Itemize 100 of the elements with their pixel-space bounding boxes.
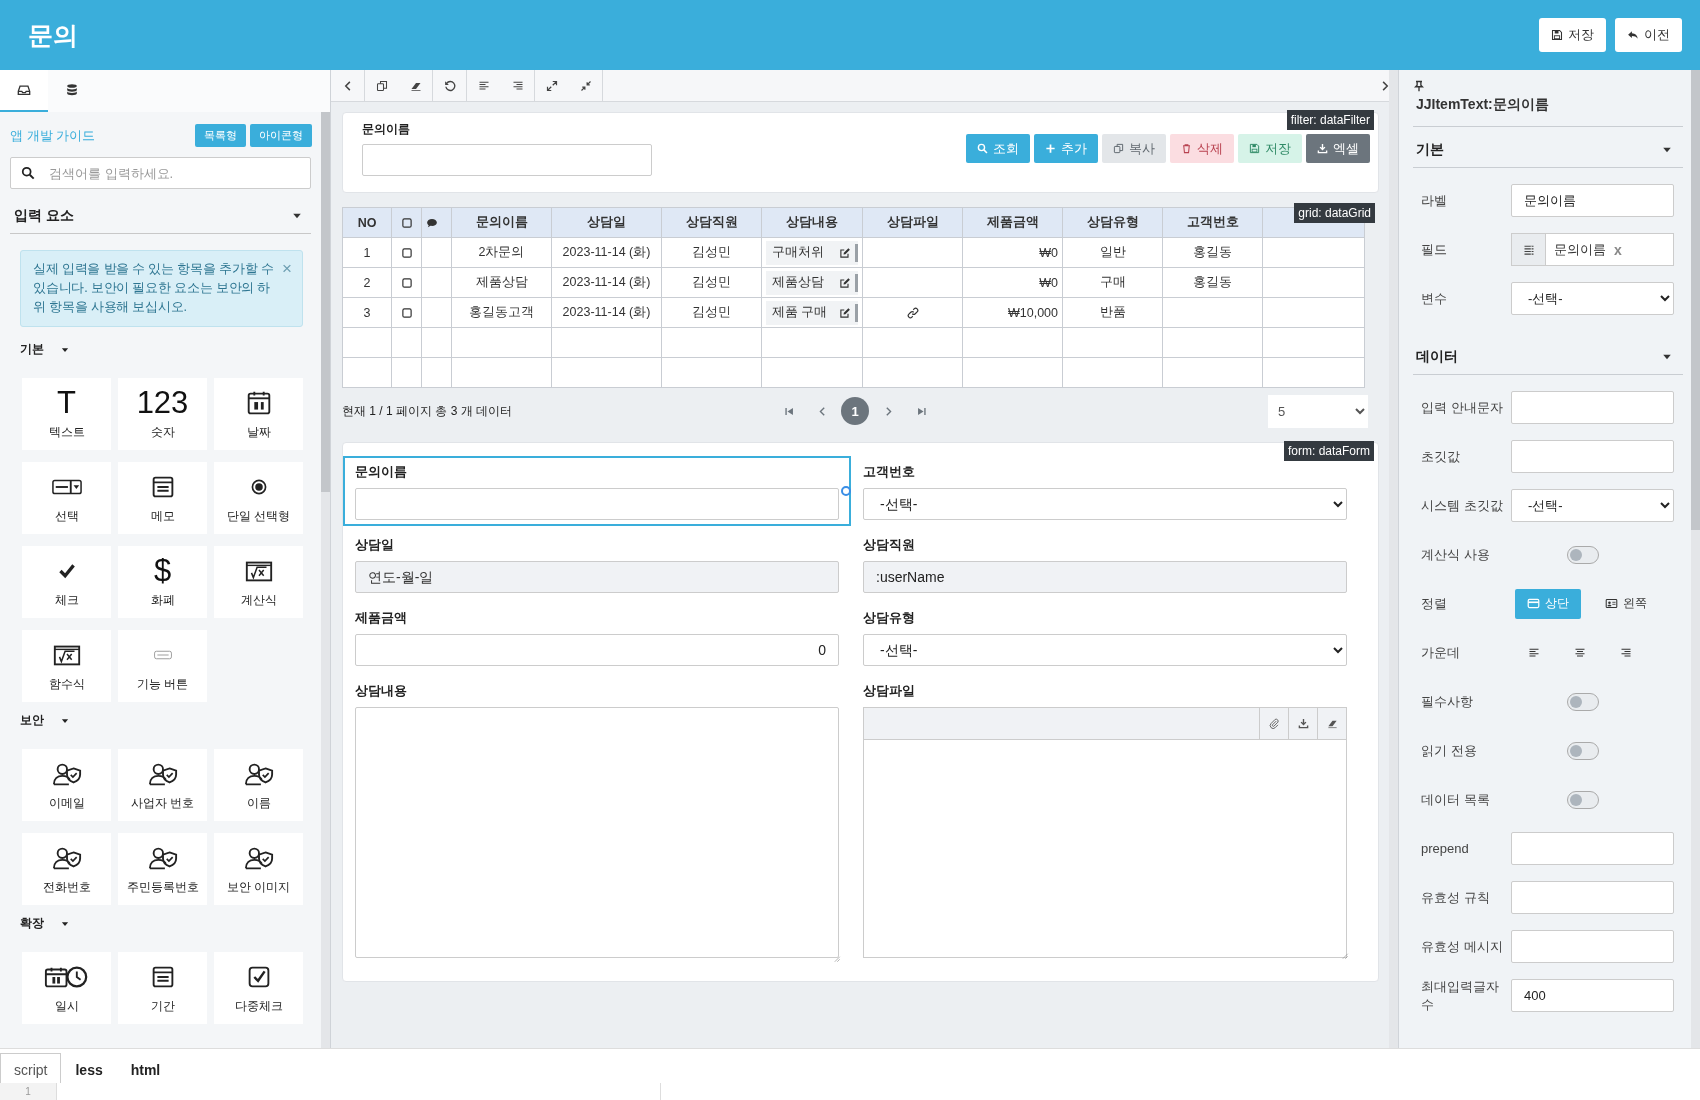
palette-item[interactable]: 체크 <box>22 546 111 618</box>
column-header[interactable]: 상담내용 <box>761 207 863 238</box>
palette-item[interactable]: 메모 <box>118 462 207 534</box>
memo-preview[interactable]: 제품 구매 <box>766 300 858 325</box>
palette-item[interactable]: 보안 이미지 <box>214 833 303 905</box>
text-input[interactable] <box>362 144 652 176</box>
copy-icon[interactable] <box>376 79 388 92</box>
text-input[interactable]: 0 <box>355 634 839 666</box>
form-field[interactable]: 상담유형 -선택- <box>851 602 1359 672</box>
form-field[interactable]: 상담파일 <box>851 675 1359 967</box>
search-input[interactable]: 검색어를 입력하세요. <box>47 164 300 182</box>
row-checkbox[interactable] <box>400 276 413 289</box>
text-input[interactable]: :userName <box>863 561 1347 593</box>
text-input[interactable] <box>1511 832 1674 865</box>
text-input[interactable]: 400 <box>1511 979 1674 1012</box>
form-field[interactable]: 제품금액 0 <box>343 602 851 672</box>
download-icon[interactable] <box>1297 718 1309 729</box>
align-left-icon[interactable] <box>478 79 490 92</box>
select-all-checkbox[interactable] <box>400 216 413 229</box>
field-list-button[interactable] <box>1512 234 1546 265</box>
code-tab[interactable]: script <box>0 1053 62 1085</box>
edit-icon[interactable] <box>839 276 851 289</box>
compress-icon[interactable] <box>579 79 592 92</box>
text-input[interactable]: 연도-월-일 <box>355 561 839 593</box>
column-header[interactable]: 상담일 <box>551 207 662 238</box>
clear-button[interactable]: x <box>1614 241 1622 258</box>
row-checkbox[interactable] <box>400 306 413 319</box>
scrollbar-thumb[interactable] <box>1691 70 1700 530</box>
paperclip-icon[interactable] <box>1268 718 1280 729</box>
palette-item[interactable]: 123 숫자 <box>118 378 207 450</box>
scrollbar-thumb[interactable] <box>321 112 330 492</box>
page-size-select[interactable]: 5 <box>1268 394 1368 428</box>
column-header[interactable]: 상담유형 <box>1062 207 1163 238</box>
edit-icon[interactable] <box>839 306 851 319</box>
scrollbar-track[interactable] <box>1389 70 1398 1048</box>
last-page-icon[interactable] <box>915 405 927 417</box>
palette-item[interactable]: 다중체크 <box>214 952 303 1024</box>
toggle-switch[interactable] <box>1567 692 1599 711</box>
toggle-switch[interactable] <box>1567 545 1599 564</box>
column-header[interactable]: 상담파일 <box>862 207 963 238</box>
palette-item[interactable]: 기간 <box>118 952 207 1024</box>
palette-item[interactable]: T 텍스트 <box>22 378 111 450</box>
page-button[interactable]: 1 <box>841 397 869 425</box>
column-header[interactable]: NO <box>342 207 392 238</box>
palette-item[interactable]: 이메일 <box>22 749 111 821</box>
textarea-input[interactable] <box>355 707 839 958</box>
align-left-icon[interactable] <box>1528 646 1540 659</box>
select-input[interactable]: -선택- <box>863 634 1347 666</box>
palette-item[interactable]: 이름 <box>214 749 303 821</box>
column-header[interactable]: 제품금액 <box>962 207 1063 238</box>
text-input[interactable] <box>1511 881 1674 914</box>
toggle-switch[interactable] <box>1567 790 1599 809</box>
form-field[interactable]: 상담내용 <box>343 675 851 967</box>
palette-item[interactable]: 일시 <box>22 952 111 1024</box>
edit-icon[interactable] <box>839 246 851 259</box>
memo-preview[interactable]: 제품상담 <box>766 270 858 295</box>
search-field[interactable]: 검색어를 입력하세요. <box>10 157 311 189</box>
form-field[interactable]: 상담직원 :userName <box>851 529 1359 599</box>
palette-item[interactable]: 기능 버튼 <box>118 630 207 702</box>
save-button[interactable]: 저장 <box>1539 18 1606 52</box>
palette-item[interactable]: 계산식 <box>214 546 303 618</box>
text-input[interactable]: 문의이름 <box>1511 184 1674 217</box>
excel-button[interactable]: 엑셀 <box>1306 134 1370 163</box>
align-right-icon[interactable] <box>1620 646 1632 659</box>
palette-item[interactable]: $ 화폐 <box>118 546 207 618</box>
palette-item[interactable]: 주민등록번호 <box>118 833 207 905</box>
pin-icon[interactable] <box>1413 80 1425 92</box>
palette-item[interactable]: 선택 <box>22 462 111 534</box>
palette-item[interactable]: 단일 선택형 <box>214 462 303 534</box>
select-input[interactable]: -선택- <box>863 488 1347 520</box>
link-icon[interactable] <box>906 306 919 319</box>
palette-item[interactable]: 전화번호 <box>22 833 111 905</box>
selected-field-frame[interactable]: 문의이름 <box>343 456 851 526</box>
palette-item[interactable]: 사업자 번호 <box>118 749 207 821</box>
code-tab[interactable]: html <box>116 1053 175 1085</box>
column-header[interactable]: 문의이름 <box>451 207 552 238</box>
row-checkbox[interactable] <box>400 246 413 259</box>
text-input[interactable] <box>1511 930 1674 963</box>
first-page-icon[interactable] <box>783 405 795 417</box>
undo-icon[interactable] <box>443 79 456 92</box>
text-input[interactable] <box>355 488 839 520</box>
text-input[interactable] <box>1511 440 1674 473</box>
palette-item[interactable]: 함수식 <box>22 630 111 702</box>
select-input[interactable]: -선택- <box>1511 489 1674 522</box>
form-field[interactable]: 상담일 연도-월-일 <box>343 529 851 599</box>
align-center-icon[interactable] <box>1574 646 1586 659</box>
align-right-icon[interactable] <box>511 79 524 92</box>
column-header[interactable]: 상담직원 <box>661 207 762 238</box>
sidebar-tab[interactable] <box>0 70 48 112</box>
resize-handle[interactable] <box>841 486 851 496</box>
palette-item[interactable]: 날짜 <box>214 378 303 450</box>
back-button[interactable]: 이전 <box>1615 18 1682 52</box>
expand-icon[interactable] <box>546 79 558 92</box>
code-tab[interactable]: less <box>61 1053 117 1085</box>
memo-preview[interactable]: 구매처위 <box>766 240 858 265</box>
eraser-icon[interactable] <box>1326 718 1338 729</box>
toggle-switch[interactable] <box>1567 741 1599 760</box>
select-input[interactable]: -선택- <box>1511 282 1674 315</box>
column-header[interactable]: 고객번호 <box>1162 207 1263 238</box>
text-input[interactable] <box>1511 391 1674 424</box>
